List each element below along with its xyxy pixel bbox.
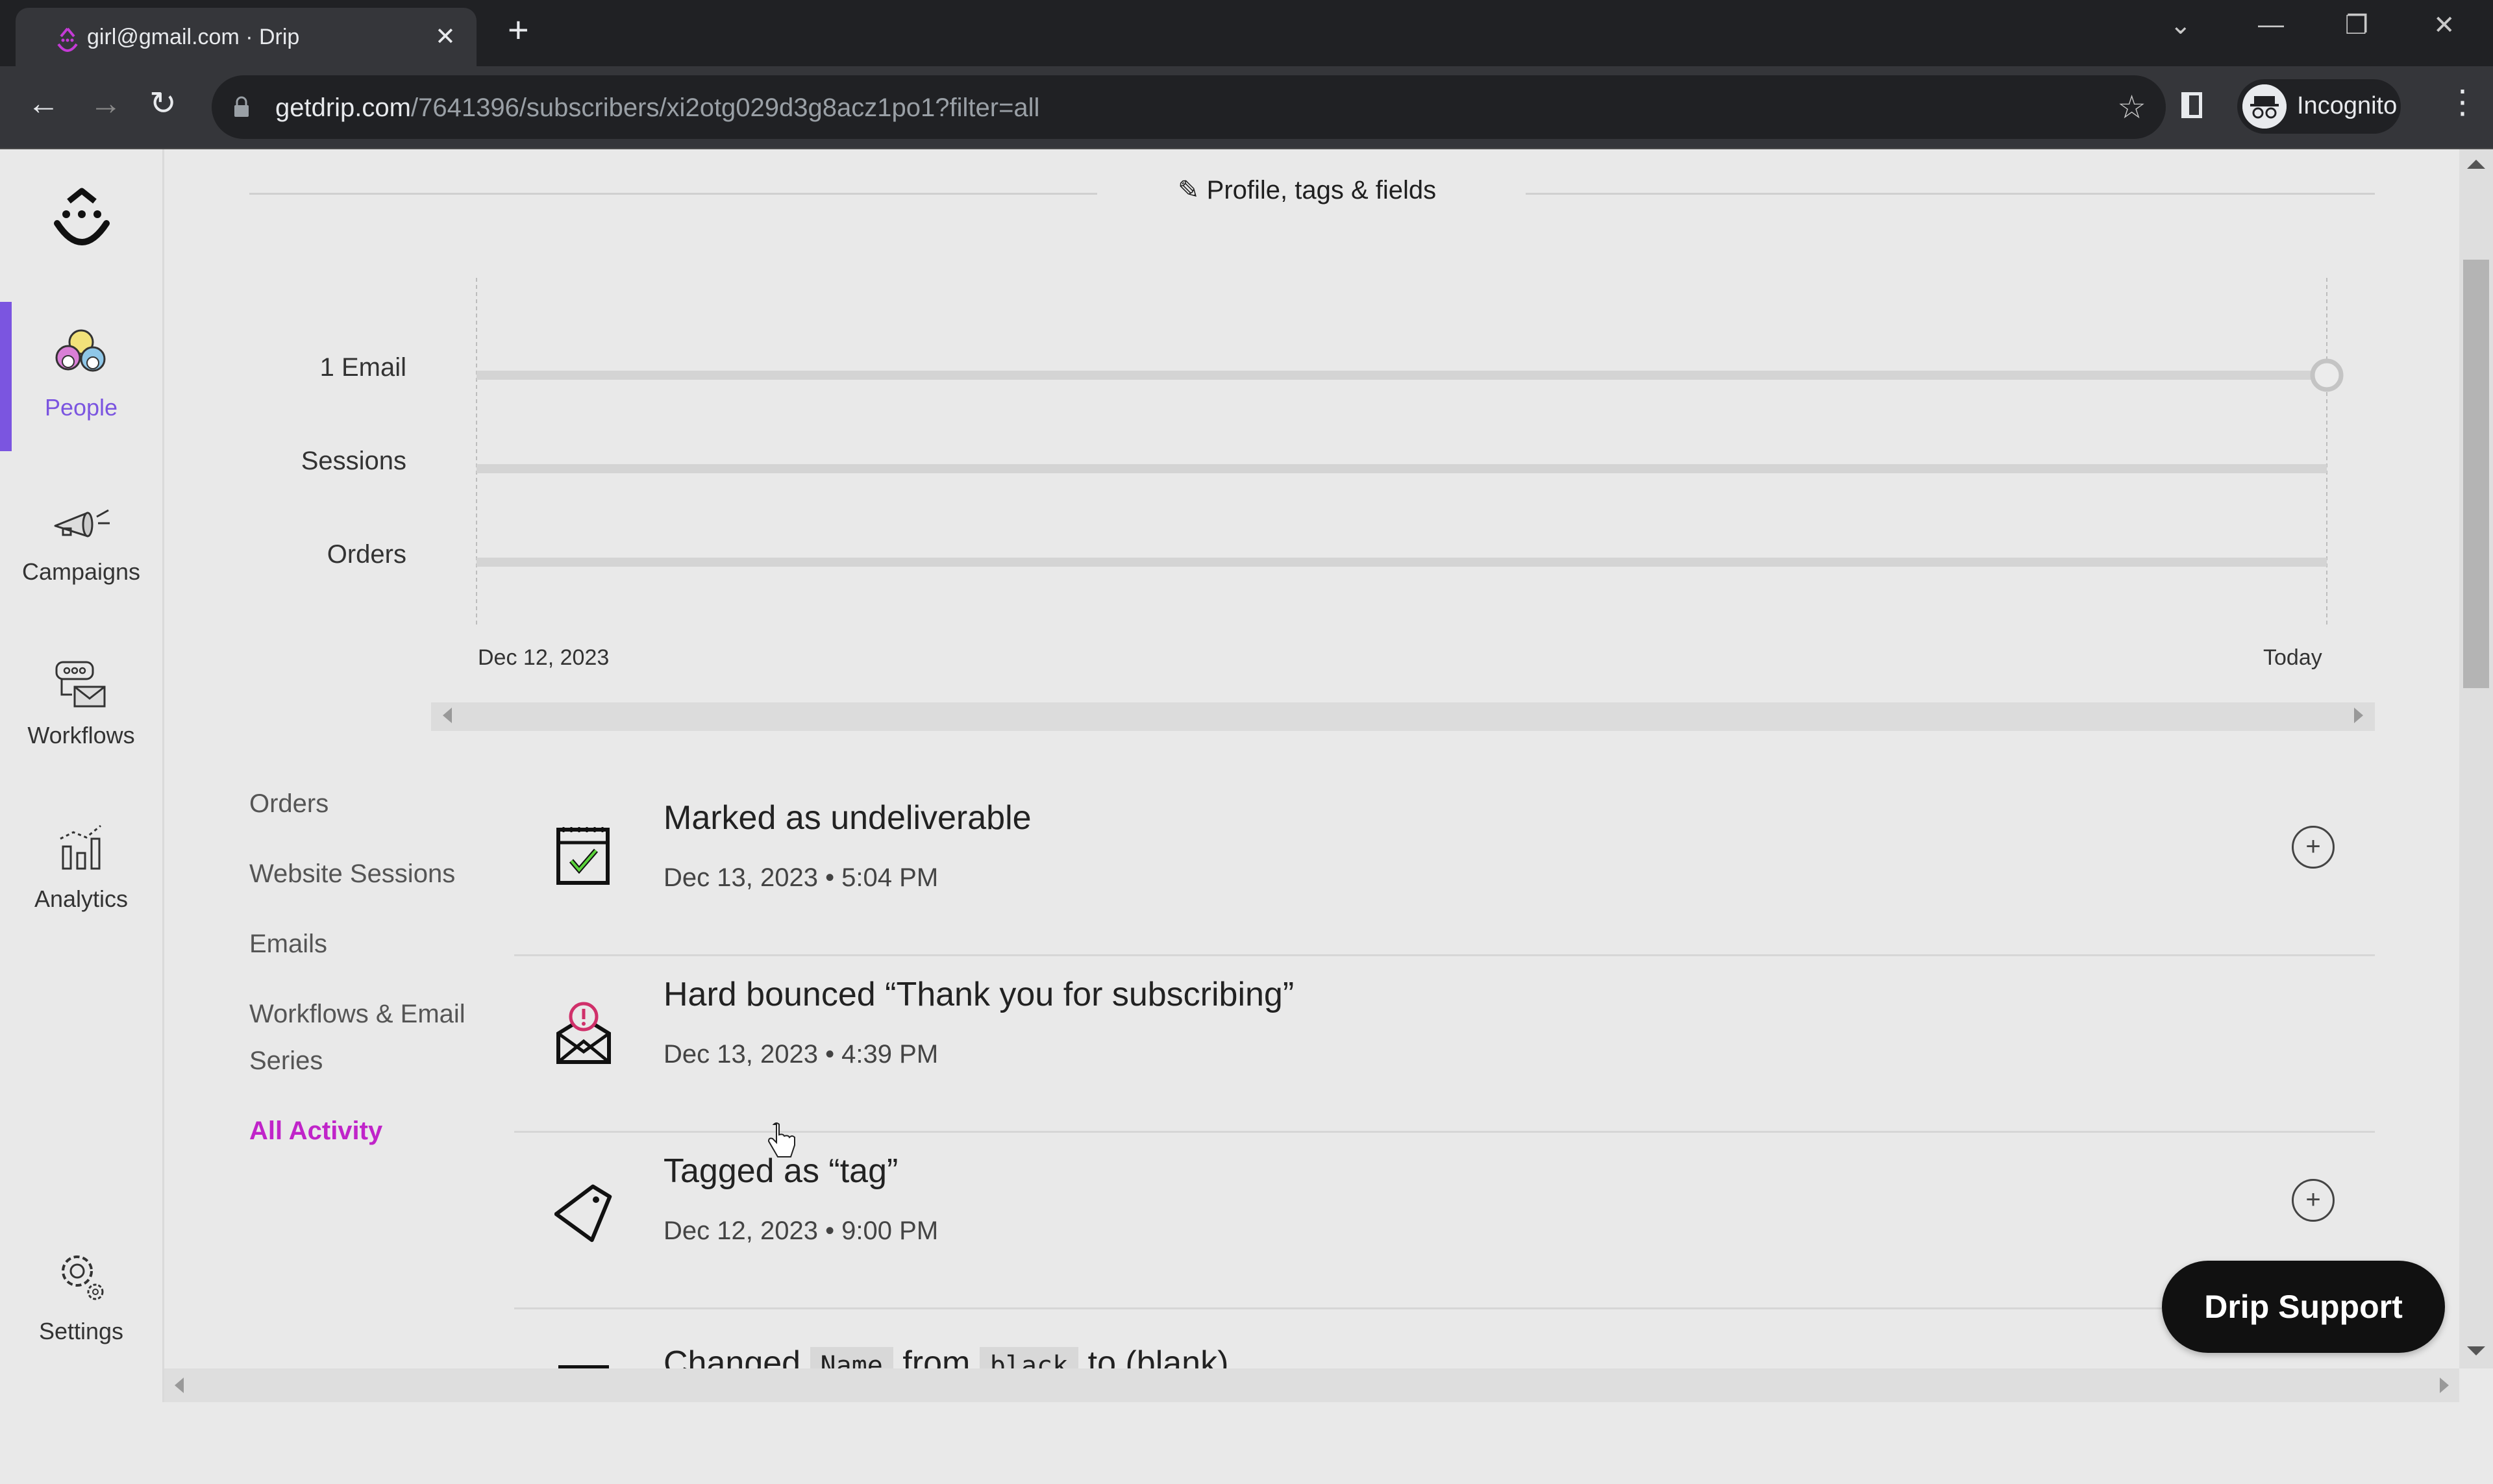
email-bounce-icon [556, 1002, 611, 1064]
expand-activity-button[interactable]: + [2292, 1179, 2335, 1222]
hand-cursor-icon [767, 1122, 795, 1157]
filter-emails[interactable]: Emails [249, 921, 327, 967]
sidebar-item-label: Settings [38, 1318, 124, 1344]
filter-orders[interactable]: Orders [249, 780, 329, 827]
drip-support-button[interactable]: Drip Support [2162, 1261, 2445, 1353]
sidebar-item-label: Workflows [27, 722, 135, 748]
tag-icon [554, 1184, 612, 1243]
activity-item: Hard bounced “Thank you for subscribing”… [514, 956, 2375, 1133]
timeline-end-date: Today [2263, 645, 2322, 670]
filter-website-sessions[interactable]: Website Sessions [249, 850, 455, 897]
timeline-row-label: Orders [327, 540, 406, 569]
calendar-check-icon [556, 827, 610, 885]
timeline-start-date: Dec 12, 2023 [478, 645, 610, 670]
sidebar-item-label: Analytics [34, 885, 129, 912]
activity-timeline-chart [476, 278, 2344, 627]
scroll-down-icon[interactable] [2467, 1346, 2485, 1355]
filter-workflows-email-series[interactable]: Workflows & Email Series [249, 991, 509, 1084]
sidebar-item-settings[interactable]: Settings [0, 1226, 162, 1375]
scroll-right-icon[interactable] [2354, 708, 2363, 723]
page-vertical-scrollbar[interactable] [2459, 149, 2493, 1368]
activity-date: Dec 13, 2023 • 4:39 PM [664, 1040, 939, 1069]
scroll-right-icon[interactable] [2440, 1378, 2449, 1393]
analytics-icon [60, 824, 101, 870]
scroll-left-icon[interactable] [175, 1378, 184, 1393]
settings-gear-icon [62, 1255, 104, 1300]
scroll-up-icon[interactable] [2467, 160, 2485, 169]
scroll-left-icon[interactable] [443, 708, 452, 723]
timeline-row-label: Sessions [301, 447, 406, 475]
activity-date: Dec 13, 2023 • 5:04 PM [664, 863, 939, 892]
sidebar-item-analytics[interactable]: Analytics [0, 793, 162, 943]
page-horizontal-scrollbar[interactable] [164, 1368, 2459, 1402]
timeline-horizontal-scrollbar[interactable] [431, 702, 2375, 731]
activity-title: Marked as undeliverable [664, 799, 1032, 837]
filter-all-activity[interactable]: All Activity [249, 1107, 382, 1154]
timeline-event-marker[interactable] [2310, 358, 2344, 392]
timeline-row-label: 1 Email [319, 353, 406, 382]
expand-activity-button[interactable]: + [2292, 826, 2335, 869]
activity-title: Hard bounced “Thank you for subscribing” [664, 976, 1295, 1013]
activity-item: Marked as undeliverable Dec 13, 2023 • 5… [514, 779, 2375, 956]
scrollbar-thumb[interactable] [2463, 260, 2489, 688]
activity-date: Dec 12, 2023 • 9:00 PM [664, 1217, 939, 1245]
